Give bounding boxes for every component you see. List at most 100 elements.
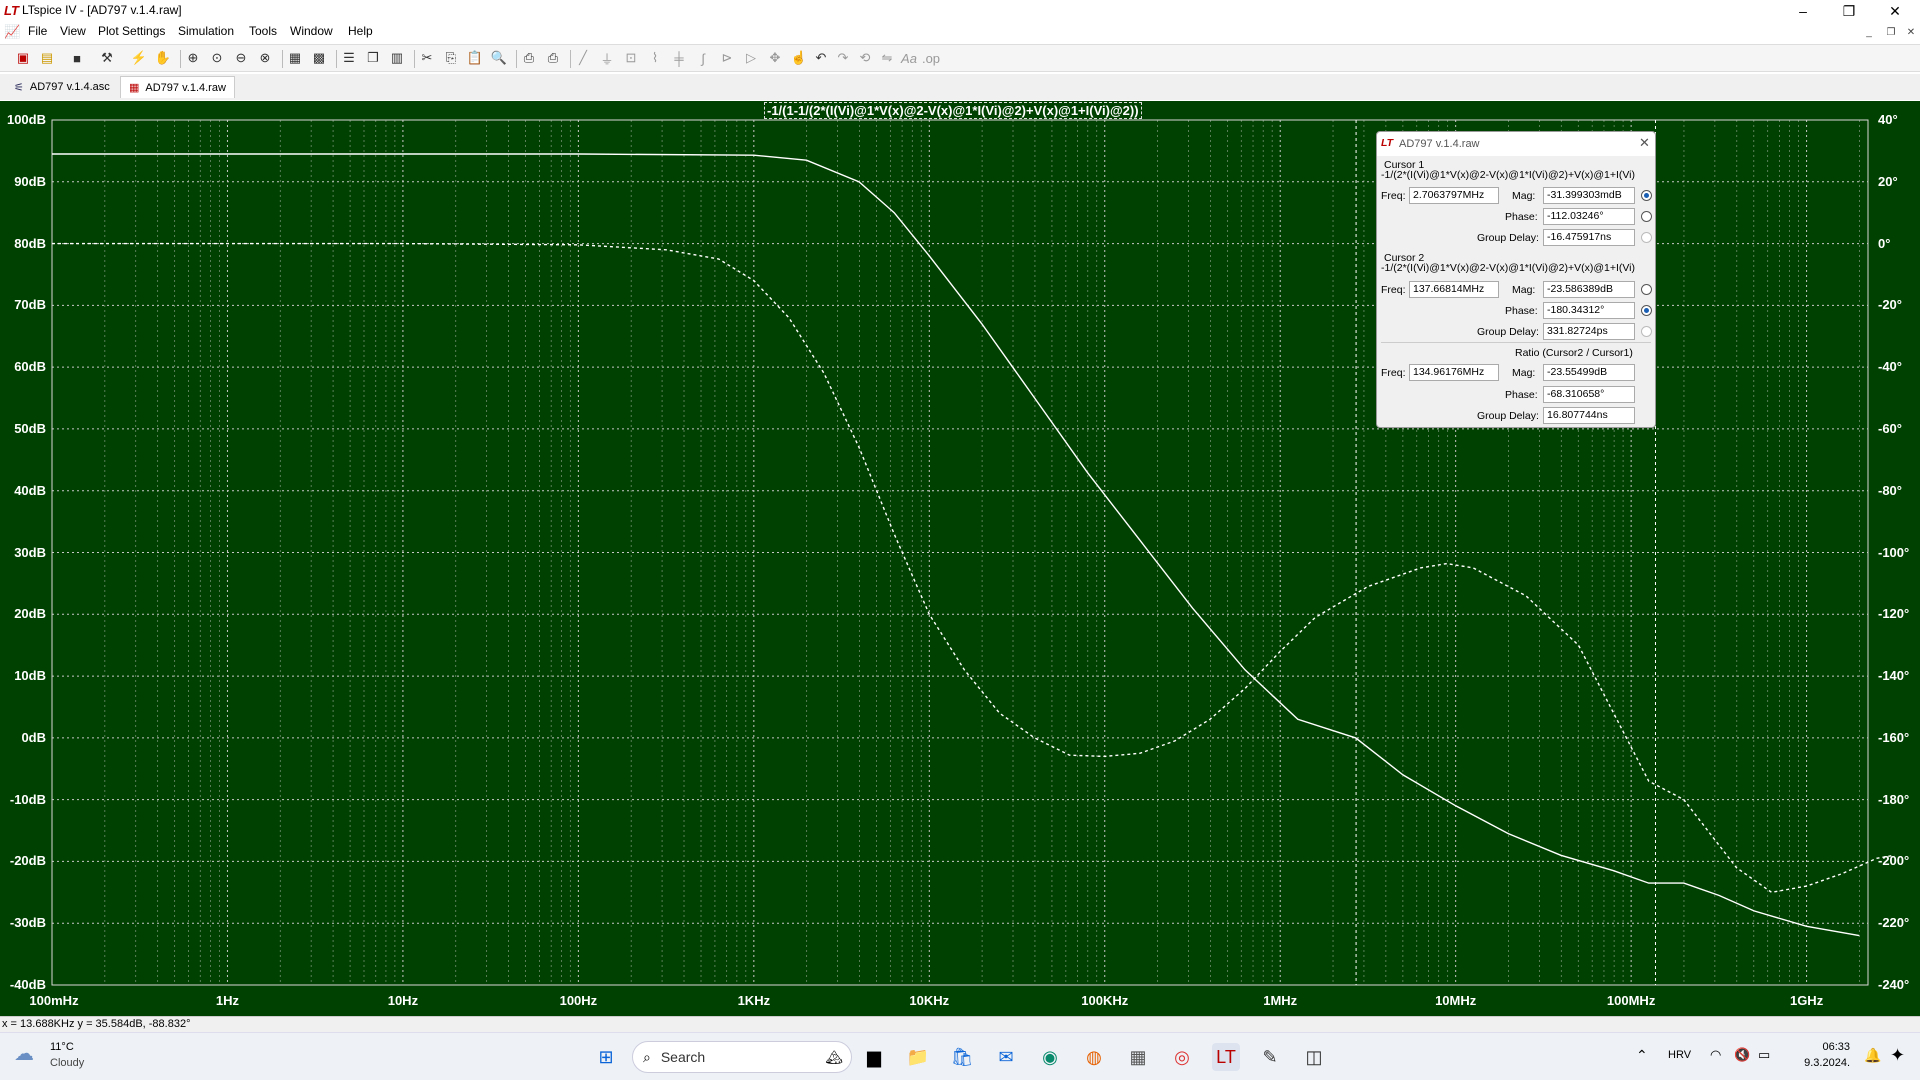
text-icon[interactable]: Aa: [900, 49, 918, 67]
snipping-tool-icon[interactable]: ◫: [1300, 1043, 1328, 1071]
rotate-icon[interactable]: ⟲: [856, 49, 874, 67]
ground-icon[interactable]: ⏚: [598, 49, 616, 67]
copilot-icon[interactable]: ✦: [1890, 1045, 1905, 1066]
open-folder-icon[interactable]: ▤: [38, 49, 56, 67]
maximize-button[interactable]: ❐: [1826, 0, 1872, 22]
menu-help[interactable]: Help: [348, 24, 373, 38]
volume-muted-icon[interactable]: 🔇: [1734, 1047, 1750, 1063]
cursor-window-close-icon[interactable]: ✕: [1639, 135, 1650, 151]
run-icon[interactable]: ⚡: [130, 49, 148, 67]
cascade-icon[interactable]: ❐: [364, 49, 382, 67]
input-language-indicator[interactable]: HRV: [1668, 1049, 1691, 1061]
cloud-weather-icon[interactable]: ☁: [14, 1041, 34, 1066]
paste-icon[interactable]: 📋: [466, 49, 484, 67]
chrome-icon[interactable]: ◎: [1168, 1043, 1196, 1071]
cursor1-phase-radio[interactable]: [1641, 211, 1652, 222]
mirror-icon[interactable]: ⇋: [878, 49, 896, 67]
tab-schematic[interactable]: ⚟ AD797 v.1.4.asc: [6, 76, 118, 98]
clock-time[interactable]: 06:33: [1794, 1041, 1850, 1053]
menu-window[interactable]: Window: [290, 24, 333, 38]
print-preview-icon[interactable]: ⎙: [544, 49, 562, 67]
taskbar-search-box[interactable]: ⌕ Search 🏔: [632, 1041, 852, 1073]
ratio-freq-field[interactable]: 134.96176MHz: [1409, 364, 1499, 381]
menu-tools[interactable]: Tools: [249, 24, 277, 38]
drag-icon[interactable]: ☝: [790, 49, 808, 67]
minimize-button[interactable]: –: [1780, 0, 1826, 22]
autorange-icon[interactable]: ▦: [286, 49, 304, 67]
save-icon[interactable]: ■: [68, 49, 86, 67]
cursor1-phase-field[interactable]: -112.03246°: [1543, 208, 1635, 225]
menu-plot-settings[interactable]: Plot Settings: [98, 24, 165, 38]
mdi-restore-button[interactable]: ❐: [1884, 25, 1898, 39]
battery-icon[interactable]: ▭: [1758, 1047, 1770, 1063]
halt-icon[interactable]: ✋: [154, 49, 172, 67]
move-icon[interactable]: ✥: [766, 49, 784, 67]
cursor1-mag-field[interactable]: -31.399303mdB: [1543, 187, 1635, 204]
resistor-icon[interactable]: ⌇: [646, 49, 664, 67]
calculator-icon[interactable]: ▦: [1124, 1043, 1152, 1071]
cursor2-group-delay-radio[interactable]: [1641, 326, 1652, 337]
tab-waveform[interactable]: ▦ AD797 v.1.4.raw: [120, 76, 235, 98]
weather-temperature[interactable]: 11°C: [50, 1041, 74, 1053]
cursor2-group-delay-field[interactable]: 331.82724ps: [1543, 323, 1635, 340]
spice-directive-icon[interactable]: .op: [922, 49, 940, 67]
editor-icon[interactable]: ✎: [1256, 1043, 1284, 1071]
cursor2-phase-radio[interactable]: [1641, 305, 1652, 316]
cursor2-phase-field[interactable]: -180.34312°: [1543, 302, 1635, 319]
zoom-out-icon[interactable]: ⊖: [232, 49, 250, 67]
cursor2-mag-field[interactable]: -23.586389dB: [1543, 281, 1635, 298]
tile-horizontal-icon[interactable]: ☰: [340, 49, 358, 67]
mdi-close-button[interactable]: ✕: [1904, 25, 1918, 39]
chevron-up-icon[interactable]: ⌃: [1636, 1047, 1648, 1064]
task-view-icon[interactable]: ▆: [860, 1043, 888, 1071]
cursor1-group-delay-radio[interactable]: [1641, 232, 1652, 243]
mail-icon[interactable]: ✉: [992, 1043, 1020, 1071]
copy-icon[interactable]: ⎘: [442, 49, 460, 67]
control-panel-icon[interactable]: ⚒: [98, 49, 116, 67]
y-left-tick-label: -40dB: [9, 977, 46, 992]
zoom-in-icon[interactable]: ⊕: [184, 49, 202, 67]
zoom-back-icon[interactable]: ⊙: [208, 49, 226, 67]
edge-browser-icon[interactable]: ◉: [1036, 1043, 1064, 1071]
wifi-icon[interactable]: ◠: [1710, 1047, 1721, 1063]
label-net-icon[interactable]: ⊡: [622, 49, 640, 67]
cursor2-freq-field[interactable]: 137.66814MHz: [1409, 281, 1499, 298]
diode-icon[interactable]: ⊳: [718, 49, 736, 67]
microsoft-store-icon[interactable]: 🛍: [948, 1043, 976, 1071]
menu-simulation[interactable]: Simulation: [178, 24, 234, 38]
ratio-phase-field[interactable]: -68.310658°: [1543, 386, 1635, 403]
notification-bell-icon[interactable]: 🔔: [1864, 1047, 1881, 1064]
print-icon[interactable]: ⎙: [520, 49, 538, 67]
mdi-minimize-button[interactable]: _: [1862, 25, 1876, 39]
menu-file[interactable]: File: [28, 24, 47, 38]
new-schematic-icon[interactable]: ▣: [14, 49, 32, 67]
file-explorer-icon[interactable]: 📁: [904, 1043, 932, 1071]
inductor-icon[interactable]: ∫: [694, 49, 712, 67]
clock-date[interactable]: 9.3.2024.: [1788, 1057, 1850, 1069]
cursor1-freq-field[interactable]: 2.7063797MHz: [1409, 187, 1499, 204]
wire-icon[interactable]: ╱: [574, 49, 592, 67]
ratio-mag-field[interactable]: -23.55499dB: [1543, 364, 1635, 381]
undo-icon[interactable]: ↶: [812, 49, 830, 67]
cursor2-mag-radio[interactable]: [1641, 284, 1652, 295]
firefox-icon[interactable]: ◍: [1080, 1043, 1108, 1071]
cursor1-group-delay-field[interactable]: -16.475917ns: [1543, 229, 1635, 246]
ltspice-taskbar-icon[interactable]: LT: [1212, 1043, 1240, 1071]
close-button[interactable]: ✕: [1872, 0, 1918, 22]
trace-expression-label[interactable]: -1/(1-1/(2*(I(Vi)@1*V(x)@2-V(x)@1*I(Vi)@…: [764, 102, 1142, 119]
cursor1-mag-radio[interactable]: [1641, 190, 1652, 201]
find-icon[interactable]: 🔍: [490, 49, 508, 67]
tile-vertical-icon[interactable]: ▥: [388, 49, 406, 67]
mdi-waveform-icon[interactable]: 📈: [4, 24, 20, 40]
redo-icon[interactable]: ↷: [834, 49, 852, 67]
windows-start-icon[interactable]: ⊞: [592, 1043, 620, 1071]
grid-icon[interactable]: ▩: [310, 49, 328, 67]
menu-view[interactable]: View: [60, 24, 86, 38]
window-title: LTspice IV - [AD797 v.1.4.raw]: [22, 3, 182, 17]
weather-description[interactable]: Cloudy: [50, 1057, 84, 1069]
component-icon[interactable]: ▷: [742, 49, 760, 67]
capacitor-icon[interactable]: ╪: [670, 49, 688, 67]
cut-icon[interactable]: ✂: [418, 49, 436, 67]
ratio-group-delay-field[interactable]: 16.807744ns: [1543, 407, 1635, 424]
zoom-fit-icon[interactable]: ⊗: [256, 49, 274, 67]
